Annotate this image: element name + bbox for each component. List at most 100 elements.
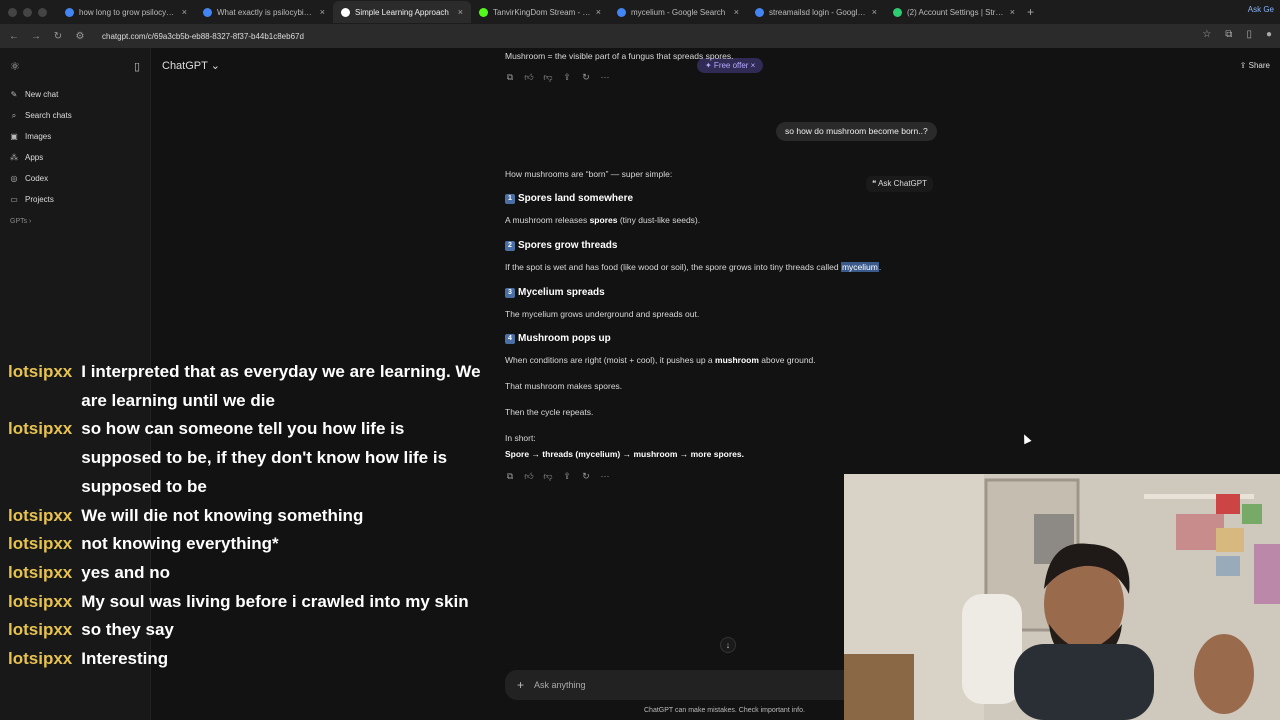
composer: + [505,670,845,700]
browser-tab[interactable]: streamailsd login - Google S × [747,1,885,23]
share-icon[interactable]: ⇪ [562,471,572,482]
tab-close-icon[interactable]: × [596,7,601,17]
chat-message: lotsipxx My soul was living before i craw… [0,588,500,617]
chat-text: Interesting [81,649,169,669]
window-controls[interactable] [8,7,47,17]
chat-username: lotsipxx [8,562,73,582]
more-icon[interactable]: ··· [600,471,610,482]
plus-icon[interactable]: + [517,678,524,692]
sidebar-item-images[interactable]: ▣ Images [0,126,150,147]
new-tab-button[interactable]: + [1027,5,1034,19]
chat-message: lotsipxx I interpreted that as everyday w… [0,358,500,415]
regenerate-icon[interactable]: ↻ [581,72,591,83]
url-field[interactable]: chatgpt.com/c/69a3cb5b-eb88-8327-8f37-b4… [102,32,304,41]
makes-spores-text: That mushroom makes spores. [505,381,623,391]
stream-chat-overlay: lotsipxx I interpreted that as everyday w… [0,358,500,674]
tab-favicon-icon [617,7,626,17]
browser-tab[interactable]: What exactly is psilocybin - G × [195,1,333,23]
step-heading-4: 4 Mushroom pops up [505,333,611,344]
projects-icon: ▭ [10,195,18,204]
chat-username: lotsipxx [8,534,73,554]
tab-close-icon[interactable]: × [1010,7,1015,17]
sidebar-item-new-chat[interactable]: ✎ New chat [0,84,150,105]
ask-gemini-button[interactable]: Ask Ge [1248,5,1274,14]
tab-favicon-icon [203,7,212,17]
browser-tab[interactable]: (2) Account Settings | Stream × [885,1,1023,23]
sidebar-item-label: Search chats [25,111,72,120]
tab-title: (2) Account Settings | Stream [907,7,1005,17]
model-selector[interactable]: ChatGPT ⌄ [162,59,220,72]
forward-icon[interactable]: → [30,31,42,42]
chat-username: lotsipxx [8,649,73,669]
in-short-label: In short: [505,433,536,443]
regenerate-icon[interactable]: ↻ [581,471,591,482]
browser-tab[interactable]: Simple Learning Approach × [333,1,471,23]
tab-title: how long to grow psilocybin - G [79,7,177,17]
user-message: so how do mushroom become born..? [776,122,937,141]
chat-message: lotsipxx yes and no [0,559,500,588]
openai-logo-icon[interactable]: ⚛ [10,60,20,73]
tab-close-icon[interactable]: × [320,7,325,17]
chat-text: I interpreted that as everyday we are le… [81,362,481,410]
tab-close-icon[interactable]: × [458,7,463,17]
chat-username: lotsipxx [8,620,73,640]
tab-favicon-icon [65,7,74,17]
images-icon: ▣ [10,132,18,141]
tab-favicon-icon [893,7,902,17]
extensions-icon[interactable]: ⧉ [1225,29,1232,40]
back-icon[interactable]: ← [8,31,20,42]
chat-text: so how can someone tell you how life is … [81,419,448,496]
cycle-text: Then the cycle repeats. [505,407,594,417]
chat-text: so they say [81,620,174,640]
disclaimer-text: ChatGPT can make mistakes. Check importa… [644,707,805,714]
ask-chatgpt-button[interactable]: ❝ Ask ChatGPT [866,176,933,192]
tab-favicon-icon [479,7,488,17]
gpts-link[interactable]: GPTs › [0,218,150,225]
sidepanel-icon[interactable]: ▯ [1246,29,1252,40]
chat-message: lotsipxx We will die not knowing somethin… [0,502,500,531]
sidebar-item-label: New chat [25,90,59,99]
compose-icon: ✎ [10,90,18,99]
site-info-icon[interactable]: ⚙ [74,31,86,42]
thumbs-down-icon[interactable]: 👎︎ [543,72,553,83]
browser-tab[interactable]: how long to grow psilocybin - G × [57,1,195,23]
tab-title: Simple Learning Approach [355,7,449,17]
message-actions-top: ⧉ 👍︎ 👎︎ ⇪ ↻ ··· [505,72,610,83]
bookmark-star-icon[interactable]: ☆ [1202,29,1211,40]
sidebar-item-search-chats[interactable]: ⌕ Search chats [0,105,150,126]
chat-message: lotsipxx Interesting [0,645,500,674]
copy-icon[interactable]: ⧉ [505,471,515,482]
codex-icon: ◎ [10,174,18,183]
address-bar: ← → ↻ ⚙ chatgpt.com/c/69a3cb5b-eb88-8327… [0,24,1280,48]
apps-icon: ⁂ [10,153,18,162]
chat-text: My soul was living before i crawled into… [81,591,469,611]
tab-close-icon[interactable]: × [872,7,877,17]
profile-avatar[interactable]: ● [1266,29,1272,40]
tab-favicon-icon [755,7,764,17]
sidebar-item-label: Codex [25,174,49,183]
share-icon[interactable]: ⇪ [562,72,572,83]
thumbs-up-icon[interactable]: 👍︎ [524,471,534,482]
share-button[interactable]: ⇪ Share [1240,61,1270,70]
chat-text: We will die not knowing something [81,505,364,525]
tab-close-icon[interactable]: × [734,7,739,17]
step-text-2: If the spot is wet and has food (like wo… [505,262,882,272]
reload-icon[interactable]: ↻ [52,31,64,42]
copy-icon[interactable]: ⧉ [505,72,515,83]
sidebar-item-label: Apps [25,153,44,162]
thumbs-up-icon[interactable]: 👍︎ [524,72,534,83]
thumbs-down-icon[interactable]: 👎︎ [543,471,553,482]
browser-tab[interactable]: TanvirKingDom Stream - Kick × [471,1,609,23]
scroll-down-arrow-icon[interactable]: ↓ [720,637,736,653]
sidebar-item-apps[interactable]: ⁂ Apps [0,147,150,168]
ask-anything-input[interactable] [534,680,815,690]
answer-intro: How mushrooms are “born” — super simple: [505,169,673,179]
chat-username: lotsipxx [8,505,73,525]
tab-close-icon[interactable]: × [182,7,187,17]
toggle-sidebar-icon[interactable]: ▯ [134,60,140,73]
chat-message: lotsipxx so how can someone tell you how … [0,415,500,501]
more-icon[interactable]: ··· [600,72,610,83]
sidebar-item-projects[interactable]: ▭ Projects [0,189,150,210]
sidebar-item-codex[interactable]: ◎ Codex [0,168,150,189]
browser-tab[interactable]: mycelium - Google Search × [609,1,747,23]
